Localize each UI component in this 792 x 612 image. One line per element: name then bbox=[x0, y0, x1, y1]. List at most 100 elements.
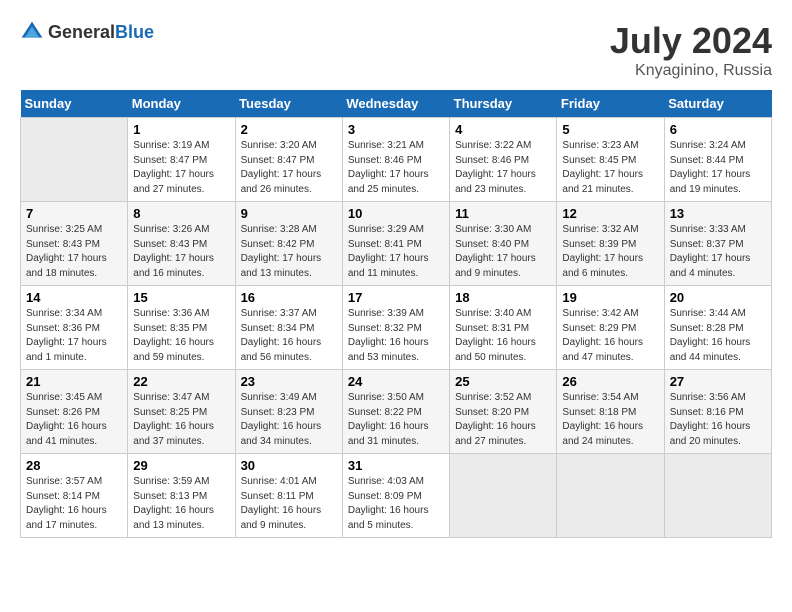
day-number: 9 bbox=[241, 206, 337, 221]
day-info: Sunrise: 3:56 AMSunset: 8:16 PMDaylight:… bbox=[670, 391, 766, 449]
calendar-cell: 5 Sunrise: 3:23 AMSunset: 8:45 PMDaylight… bbox=[557, 118, 664, 202]
day-number: 15 bbox=[133, 290, 229, 305]
day-info: Sunrise: 3:45 AMSunset: 8:26 PMDaylight:… bbox=[26, 391, 122, 449]
day-number: 25 bbox=[455, 374, 551, 389]
day-number: 8 bbox=[133, 206, 229, 221]
calendar-cell: 24Sunrise: 3:50 AMSunset: 8:22 PMDayligh… bbox=[342, 370, 449, 454]
header-row: Sunday Monday Tuesday Wednesday Thursday… bbox=[21, 90, 772, 118]
day-number: 30 bbox=[241, 458, 337, 473]
calendar-cell: 23 Sunrise: 3:49 AMSunset: 8:23 PMDayligh… bbox=[235, 370, 342, 454]
logo: GeneralBlue bbox=[20, 20, 154, 44]
day-info: Sunrise: 3:21 AMSunset: 8:46 PMDaylight:… bbox=[348, 139, 444, 197]
calendar-week-3: 14 Sunrise: 3:34 AMSunset: 8:36 PMDayligh… bbox=[21, 286, 772, 370]
day-info: Sunrise: 3:29 AMSunset: 8:41 PMDaylight:… bbox=[348, 223, 444, 281]
day-number: 24 bbox=[348, 374, 444, 389]
calendar-cell: 8 Sunrise: 3:26 AMSunset: 8:43 PMDaylight… bbox=[128, 202, 235, 286]
day-info: Sunrise: 3:49 AMSunset: 8:23 PMDaylight:… bbox=[241, 391, 337, 449]
calendar-cell: 22 Sunrise: 3:47 AMSunset: 8:25 PMDayligh… bbox=[128, 370, 235, 454]
day-number: 19 bbox=[562, 290, 658, 305]
calendar-cell bbox=[557, 454, 664, 538]
day-info: Sunrise: 3:52 AMSunset: 8:20 PMDaylight:… bbox=[455, 391, 551, 449]
day-number: 3 bbox=[348, 122, 444, 137]
location-title: Knyaginino, Russia bbox=[610, 62, 772, 80]
day-info: Sunrise: 3:25 AMSunset: 8:43 PMDaylight:… bbox=[26, 223, 122, 281]
calendar-cell: 4 Sunrise: 3:22 AMSunset: 8:46 PMDaylight… bbox=[450, 118, 557, 202]
day-info: Sunrise: 3:32 AMSunset: 8:39 PMDaylight:… bbox=[562, 223, 658, 281]
day-number: 2 bbox=[241, 122, 337, 137]
logo-icon bbox=[20, 20, 44, 44]
col-thursday: Thursday bbox=[450, 90, 557, 118]
calendar-cell: 6 Sunrise: 3:24 AMSunset: 8:44 PMDaylight… bbox=[664, 118, 771, 202]
calendar-cell: 15 Sunrise: 3:36 AMSunset: 8:35 PMDayligh… bbox=[128, 286, 235, 370]
day-number: 17 bbox=[348, 290, 444, 305]
day-info: Sunrise: 3:36 AMSunset: 8:35 PMDaylight:… bbox=[133, 307, 229, 365]
month-title: July 2024 bbox=[610, 20, 772, 62]
day-number: 21 bbox=[26, 374, 122, 389]
day-info: Sunrise: 3:40 AMSunset: 8:31 PMDaylight:… bbox=[455, 307, 551, 365]
day-number: 18 bbox=[455, 290, 551, 305]
day-number: 11 bbox=[455, 206, 551, 221]
calendar-cell bbox=[21, 118, 128, 202]
calendar-week-2: 7 Sunrise: 3:25 AMSunset: 8:43 PMDaylight… bbox=[21, 202, 772, 286]
calendar-cell: 25 Sunrise: 3:52 AMSunset: 8:20 PMDayligh… bbox=[450, 370, 557, 454]
col-wednesday: Wednesday bbox=[342, 90, 449, 118]
calendar-cell: 7 Sunrise: 3:25 AMSunset: 8:43 PMDaylight… bbox=[21, 202, 128, 286]
day-number: 1 bbox=[133, 122, 229, 137]
day-info: Sunrise: 3:26 AMSunset: 8:43 PMDaylight:… bbox=[133, 223, 229, 281]
col-tuesday: Tuesday bbox=[235, 90, 342, 118]
day-info: Sunrise: 3:34 AMSunset: 8:36 PMDaylight:… bbox=[26, 307, 122, 365]
calendar-week-1: 1 Sunrise: 3:19 AMSunset: 8:47 PMDaylight… bbox=[21, 118, 772, 202]
day-info: Sunrise: 3:23 AMSunset: 8:45 PMDaylight:… bbox=[562, 139, 658, 197]
day-number: 23 bbox=[241, 374, 337, 389]
logo-blue: Blue bbox=[115, 22, 154, 42]
day-info: Sunrise: 3:30 AMSunset: 8:40 PMDaylight:… bbox=[455, 223, 551, 281]
day-info: Sunrise: 3:42 AMSunset: 8:29 PMDaylight:… bbox=[562, 307, 658, 365]
day-info: Sunrise: 3:44 AMSunset: 8:28 PMDaylight:… bbox=[670, 307, 766, 365]
calendar-cell: 21 Sunrise: 3:45 AMSunset: 8:26 PMDayligh… bbox=[21, 370, 128, 454]
day-number: 6 bbox=[670, 122, 766, 137]
col-friday: Friday bbox=[557, 90, 664, 118]
day-info: Sunrise: 3:19 AMSunset: 8:47 PMDaylight:… bbox=[133, 139, 229, 197]
day-number: 14 bbox=[26, 290, 122, 305]
calendar-cell: 9 Sunrise: 3:28 AMSunset: 8:42 PMDaylight… bbox=[235, 202, 342, 286]
day-info: Sunrise: 3:20 AMSunset: 8:47 PMDaylight:… bbox=[241, 139, 337, 197]
day-number: 20 bbox=[670, 290, 766, 305]
calendar-week-5: 28 Sunrise: 3:57 AMSunset: 8:14 PMDayligh… bbox=[21, 454, 772, 538]
calendar-cell bbox=[664, 454, 771, 538]
day-info: Sunrise: 3:28 AMSunset: 8:42 PMDaylight:… bbox=[241, 223, 337, 281]
day-number: 4 bbox=[455, 122, 551, 137]
day-info: Sunrise: 3:22 AMSunset: 8:46 PMDaylight:… bbox=[455, 139, 551, 197]
day-number: 5 bbox=[562, 122, 658, 137]
calendar-cell: 16Sunrise: 3:37 AMSunset: 8:34 PMDayligh… bbox=[235, 286, 342, 370]
calendar-week-4: 21 Sunrise: 3:45 AMSunset: 8:26 PMDayligh… bbox=[21, 370, 772, 454]
logo-text: GeneralBlue bbox=[48, 22, 154, 43]
calendar-cell: 19 Sunrise: 3:42 AMSunset: 8:29 PMDayligh… bbox=[557, 286, 664, 370]
calendar-cell: 12 Sunrise: 3:32 AMSunset: 8:39 PMDayligh… bbox=[557, 202, 664, 286]
title-area: July 2024 Knyaginino, Russia bbox=[610, 20, 772, 80]
day-info: Sunrise: 3:59 AMSunset: 8:13 PMDaylight:… bbox=[133, 475, 229, 533]
day-number: 22 bbox=[133, 374, 229, 389]
day-number: 10 bbox=[348, 206, 444, 221]
col-sunday: Sunday bbox=[21, 90, 128, 118]
day-number: 29 bbox=[133, 458, 229, 473]
calendar-cell: 3 Sunrise: 3:21 AMSunset: 8:46 PMDaylight… bbox=[342, 118, 449, 202]
day-number: 26 bbox=[562, 374, 658, 389]
day-number: 12 bbox=[562, 206, 658, 221]
calendar-table: Sunday Monday Tuesday Wednesday Thursday… bbox=[20, 90, 772, 538]
calendar-cell: 28 Sunrise: 3:57 AMSunset: 8:14 PMDayligh… bbox=[21, 454, 128, 538]
day-info: Sunrise: 4:01 AMSunset: 8:11 PMDaylight:… bbox=[241, 475, 337, 533]
day-info: Sunrise: 3:47 AMSunset: 8:25 PMDaylight:… bbox=[133, 391, 229, 449]
calendar-cell: 1 Sunrise: 3:19 AMSunset: 8:47 PMDaylight… bbox=[128, 118, 235, 202]
day-number: 7 bbox=[26, 206, 122, 221]
day-info: Sunrise: 3:37 AMSunset: 8:34 PMDaylight:… bbox=[241, 307, 337, 365]
day-info: Sunrise: 3:57 AMSunset: 8:14 PMDaylight:… bbox=[26, 475, 122, 533]
calendar-cell: 20 Sunrise: 3:44 AMSunset: 8:28 PMDayligh… bbox=[664, 286, 771, 370]
day-info: Sunrise: 4:03 AMSunset: 8:09 PMDaylight:… bbox=[348, 475, 444, 533]
calendar-cell: 17Sunrise: 3:39 AMSunset: 8:32 PMDayligh… bbox=[342, 286, 449, 370]
calendar-cell: 18 Sunrise: 3:40 AMSunset: 8:31 PMDayligh… bbox=[450, 286, 557, 370]
day-info: Sunrise: 3:24 AMSunset: 8:44 PMDaylight:… bbox=[670, 139, 766, 197]
day-number: 27 bbox=[670, 374, 766, 389]
day-number: 13 bbox=[670, 206, 766, 221]
day-number: 28 bbox=[26, 458, 122, 473]
day-info: Sunrise: 3:33 AMSunset: 8:37 PMDaylight:… bbox=[670, 223, 766, 281]
